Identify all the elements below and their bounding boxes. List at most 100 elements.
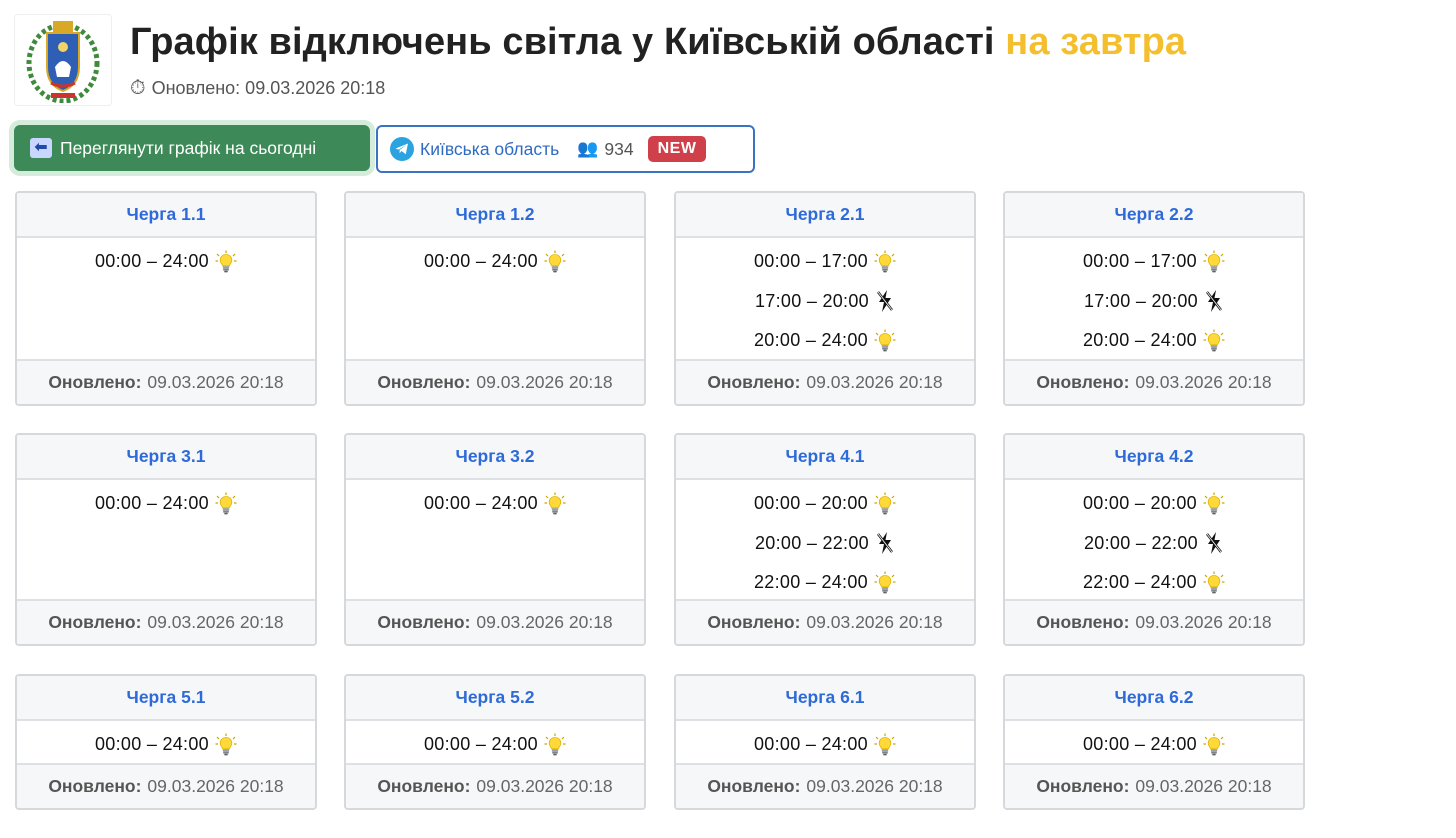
lightbulb-icon bbox=[215, 733, 237, 757]
schedule-slot: 20:00 – 24:00 bbox=[1005, 321, 1303, 361]
schedule-slot: 00:00 – 20:00 bbox=[676, 484, 974, 524]
queue-card: Черга 2.2 00:00 – 17:00 17:00 – 20:00 20:00… bbox=[1003, 191, 1305, 406]
slot-time-range: 00:00 – 17:00 bbox=[753, 251, 868, 272]
lightbulb-icon bbox=[874, 571, 896, 595]
queue-schedule: 00:00 – 24:00 bbox=[346, 238, 644, 282]
slot-time-range: 00:00 – 24:00 bbox=[423, 734, 538, 755]
schedule-slot: 20:00 – 22:00 bbox=[676, 524, 974, 564]
queue-title-link[interactable]: Черга 5.1 bbox=[17, 676, 315, 721]
last-updated-text: Оновлено: 09.03.2026 20:18 bbox=[151, 78, 386, 98]
queue-card: Черга 5.1 00:00 – 24:00 Оновлено: 09.03.202… bbox=[15, 674, 317, 810]
schedule-slot: 20:00 – 24:00 bbox=[676, 321, 974, 361]
queue-title-link[interactable]: Черга 4.1 bbox=[676, 435, 974, 480]
footer-label: Оновлено: bbox=[377, 372, 471, 392]
slot-time-range: 00:00 – 24:00 bbox=[1082, 734, 1197, 755]
footer-timestamp: 09.03.2026 20:18 bbox=[476, 372, 613, 392]
queue-title-link[interactable]: Черга 4.2 bbox=[1005, 435, 1303, 480]
queue-updated-footer: Оновлено: 09.03.2026 20:18 bbox=[346, 599, 644, 644]
slot-time-range: 00:00 – 24:00 bbox=[753, 734, 868, 755]
lightbulb-icon bbox=[215, 250, 237, 274]
queue-title-link[interactable]: Черга 2.2 bbox=[1005, 193, 1303, 238]
schedule-slot: 22:00 – 24:00 bbox=[676, 563, 974, 603]
schedule-slot: 00:00 – 24:00 bbox=[676, 725, 974, 765]
telegram-channel-label: Київська область bbox=[420, 138, 560, 159]
slot-time-range: 00:00 – 24:00 bbox=[423, 493, 538, 514]
lightbulb-icon bbox=[1203, 492, 1225, 516]
queue-updated-footer: Оновлено: 09.03.2026 20:18 bbox=[1005, 599, 1303, 644]
lightbulb-icon bbox=[1203, 571, 1225, 595]
queue-title-link[interactable]: Черга 6.2 bbox=[1005, 676, 1303, 721]
power-off-icon bbox=[1204, 531, 1224, 555]
slot-time-range: 00:00 – 24:00 bbox=[423, 251, 538, 272]
power-off-icon bbox=[1204, 289, 1224, 313]
queue-updated-footer: Оновлено: 09.03.2026 20:18 bbox=[676, 359, 974, 404]
queue-schedule: 00:00 – 24:00 bbox=[17, 480, 315, 524]
footer-label: Оновлено: bbox=[707, 612, 801, 632]
footer-label: Оновлено: bbox=[48, 612, 142, 632]
schedule-slot: 00:00 – 24:00 bbox=[346, 242, 644, 282]
lightbulb-icon bbox=[1203, 329, 1225, 353]
slot-time-range: 00:00 – 20:00 bbox=[753, 493, 868, 514]
lightbulb-icon bbox=[215, 492, 237, 516]
slot-time-range: 22:00 – 24:00 bbox=[1082, 572, 1197, 593]
queue-schedule: 00:00 – 17:00 17:00 – 20:00 20:00 – 24:00 bbox=[1005, 238, 1303, 361]
queue-title-link[interactable]: Черга 3.1 bbox=[17, 435, 315, 480]
schedule-slot: 22:00 – 24:00 bbox=[1005, 563, 1303, 603]
queue-card: Черга 6.1 00:00 – 24:00 Оновлено: 09.03.202… bbox=[674, 674, 976, 810]
schedule-slot: 00:00 – 17:00 bbox=[1005, 242, 1303, 282]
queue-title-link[interactable]: Черга 6.1 bbox=[676, 676, 974, 721]
queue-title-link[interactable]: Черга 5.2 bbox=[346, 676, 644, 721]
slot-time-range: 17:00 – 20:00 bbox=[754, 290, 869, 311]
queue-schedule: 00:00 – 24:00 bbox=[346, 721, 644, 765]
footer-timestamp: 09.03.2026 20:18 bbox=[1135, 612, 1272, 632]
queue-card: Черга 3.1 00:00 – 24:00 Оновлено: 09.03.202… bbox=[15, 433, 317, 646]
telegram-channel-link[interactable]: Київська область 👥 934 NEW bbox=[376, 125, 755, 173]
schedule-slot: 00:00 – 20:00 bbox=[1005, 484, 1303, 524]
footer-timestamp: 09.03.2026 20:18 bbox=[1135, 372, 1272, 392]
queue-schedule: 00:00 – 24:00 bbox=[1005, 721, 1303, 765]
footer-timestamp: 09.03.2026 20:18 bbox=[1135, 776, 1272, 796]
schedule-slot: 17:00 – 20:00 bbox=[1005, 282, 1303, 322]
queue-schedule: 00:00 – 20:00 20:00 – 22:00 22:00 – 24:00 bbox=[676, 480, 974, 603]
slot-time-range: 17:00 – 20:00 bbox=[1083, 290, 1198, 311]
footer-timestamp: 09.03.2026 20:18 bbox=[476, 612, 613, 632]
footer-timestamp: 09.03.2026 20:18 bbox=[476, 776, 613, 796]
kyiv-oblast-coat-of-arms-logo bbox=[14, 14, 112, 106]
queue-updated-footer: Оновлено: 09.03.2026 20:18 bbox=[17, 763, 315, 808]
footer-label: Оновлено: bbox=[48, 776, 142, 796]
queue-schedule: 00:00 – 24:00 bbox=[17, 238, 315, 282]
footer-label: Оновлено: bbox=[707, 776, 801, 796]
lightbulb-icon bbox=[1203, 250, 1225, 274]
footer-timestamp: 09.03.2026 20:18 bbox=[147, 776, 284, 796]
queue-title-link[interactable]: Черга 3.2 bbox=[346, 435, 644, 480]
view-today-schedule-button[interactable]: ⬅ Переглянути графік на сьогодні bbox=[14, 125, 370, 171]
schedule-slot: 00:00 – 24:00 bbox=[1005, 725, 1303, 765]
queue-card: Черга 1.1 00:00 – 24:00 Оновлено: 09.03.202… bbox=[15, 191, 317, 406]
queue-schedule: 00:00 – 24:00 bbox=[17, 721, 315, 765]
footer-label: Оновлено: bbox=[1036, 776, 1130, 796]
schedule-slot: 00:00 – 24:00 bbox=[346, 725, 644, 765]
queue-card: Черга 3.2 00:00 – 24:00 Оновлено: 09.03.202… bbox=[344, 433, 646, 646]
footer-label: Оновлено: bbox=[377, 612, 471, 632]
footer-timestamp: 09.03.2026 20:18 bbox=[806, 612, 943, 632]
slot-time-range: 00:00 – 24:00 bbox=[94, 251, 209, 272]
lightbulb-icon bbox=[544, 492, 566, 516]
power-off-icon bbox=[875, 289, 895, 313]
queue-updated-footer: Оновлено: 09.03.2026 20:18 bbox=[346, 763, 644, 808]
queue-schedule: 00:00 – 20:00 20:00 – 22:00 22:00 – 24:00 bbox=[1005, 480, 1303, 603]
power-off-icon bbox=[875, 531, 895, 555]
slot-time-range: 20:00 – 22:00 bbox=[754, 532, 869, 553]
lightbulb-icon bbox=[544, 250, 566, 274]
telegram-icon bbox=[390, 137, 414, 161]
queue-card: Черга 4.1 00:00 – 20:00 20:00 – 22:00 22:00… bbox=[674, 433, 976, 646]
queue-updated-footer: Оновлено: 09.03.2026 20:18 bbox=[676, 599, 974, 644]
lightbulb-icon bbox=[874, 492, 896, 516]
queue-title-link[interactable]: Черга 1.1 bbox=[17, 193, 315, 238]
queue-title-link[interactable]: Черга 2.1 bbox=[676, 193, 974, 238]
queue-updated-footer: Оновлено: 09.03.2026 20:18 bbox=[676, 763, 974, 808]
queue-card: Черга 2.1 00:00 – 17:00 17:00 – 20:00 20:00… bbox=[674, 191, 976, 406]
queue-title-link[interactable]: Черга 1.2 bbox=[346, 193, 644, 238]
schedule-slot: 00:00 – 17:00 bbox=[676, 242, 974, 282]
footer-label: Оновлено: bbox=[377, 776, 471, 796]
view-today-label: Переглянути графік на сьогодні bbox=[60, 137, 317, 158]
